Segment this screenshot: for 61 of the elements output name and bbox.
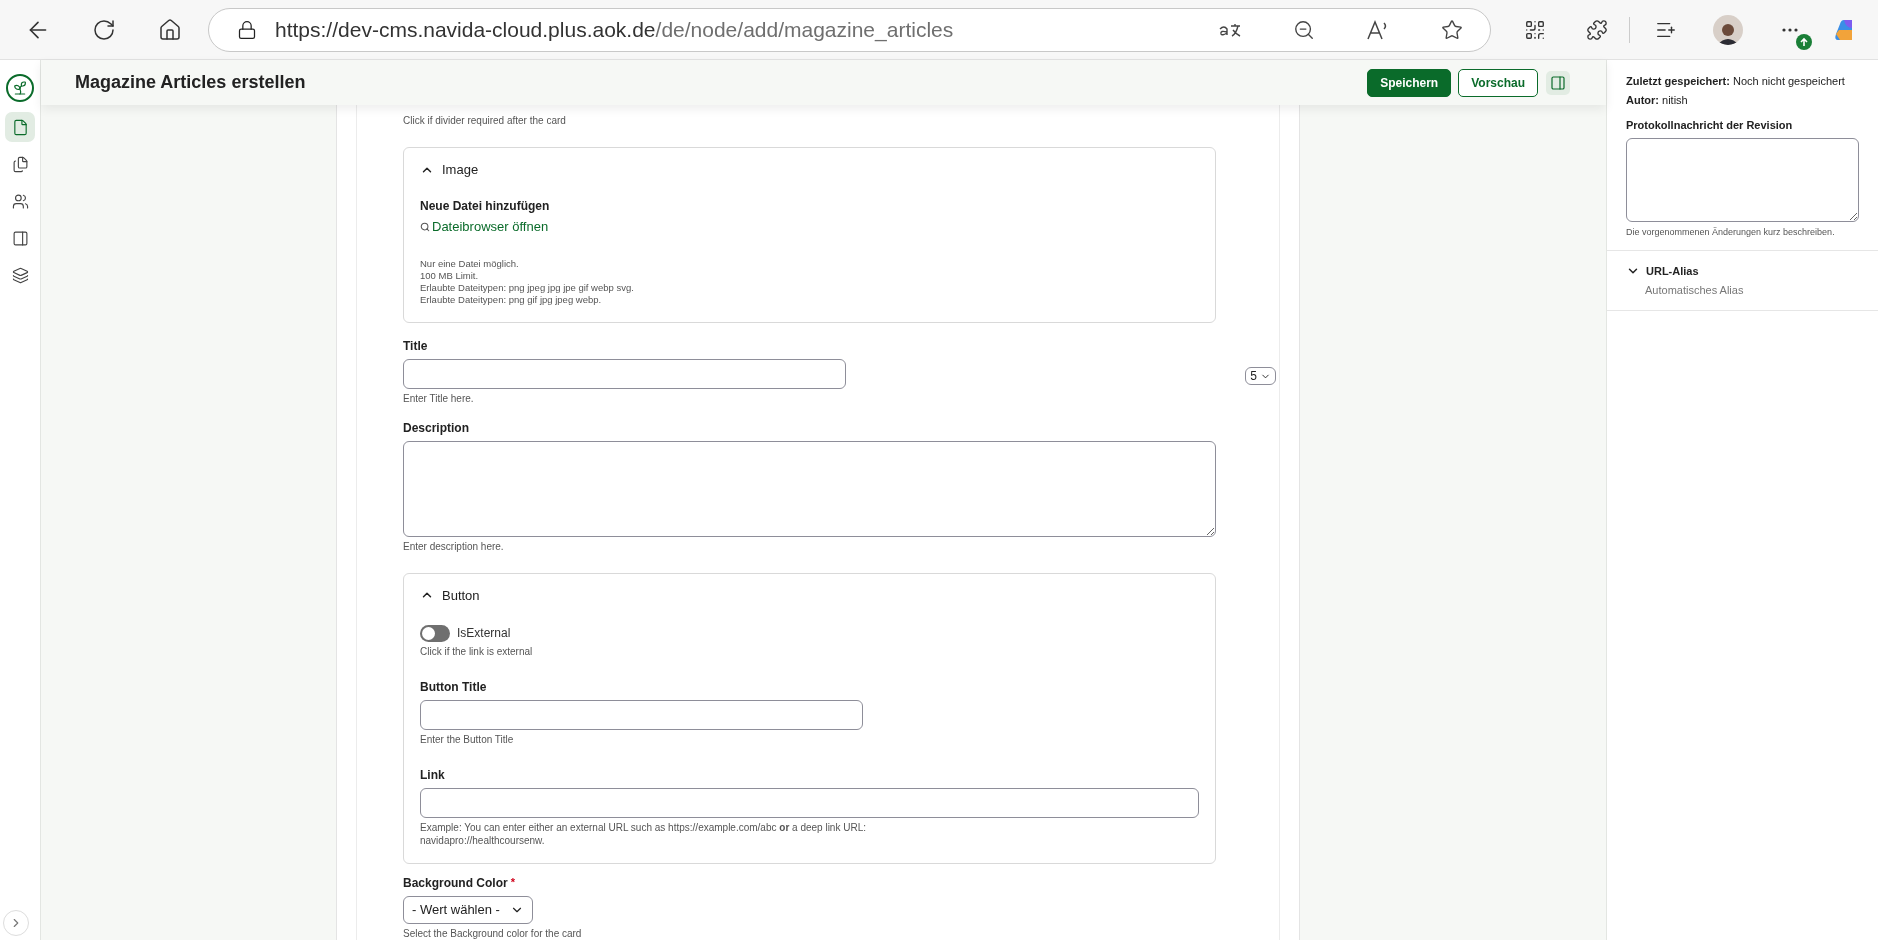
field-hint: Die vorgenommenen Änderungen kurz beschreiben. xyxy=(1626,227,1836,237)
reload-icon xyxy=(92,17,116,42)
lock-icon xyxy=(237,19,257,40)
logo-icon xyxy=(6,74,34,102)
last-saved-text: Zuletzt gespeichert: Noch nicht gespeichert xyxy=(1626,75,1846,87)
text-input[interactable] xyxy=(420,787,1199,818)
users-icon xyxy=(11,192,29,210)
nav-rail-button[interactable] xyxy=(5,112,35,142)
copilot-icon xyxy=(1834,17,1852,42)
field-hint: Select the Background color for the card xyxy=(403,927,583,940)
field-label: Description xyxy=(403,421,470,435)
field-hint: Enter Title here. xyxy=(403,392,475,405)
title-input[interactable] xyxy=(403,359,846,389)
field-label: Button Title xyxy=(420,679,488,694)
qr-code-icon xyxy=(1524,18,1546,41)
panel-icon xyxy=(11,229,29,247)
url-text: https://dev-cms.navida-cloud.plus.aok.de/de/node/add/magazine_articles xyxy=(275,17,955,42)
save-button[interactable]: Speichern xyxy=(1367,68,1452,97)
alias-summary: Automatisches Alias xyxy=(1645,284,1745,296)
sidebar-panel-icon xyxy=(1550,74,1566,91)
upload-note: 100 MB Limit. xyxy=(420,270,480,282)
address-bar[interactable]: https://dev-cms.navida-cloud.plus.aok.de/de/node/add/magazine_articles xyxy=(208,7,1491,52)
zoom-out-icon xyxy=(1293,18,1315,41)
search-icon xyxy=(420,221,430,232)
puzzle-icon xyxy=(1586,18,1608,41)
text-input[interactable] xyxy=(420,699,863,730)
field-hint: Example: You can enter either an external URL such as https://example.com/abc or a deep link URL: navidapro://healthcoursenw. xyxy=(420,820,867,847)
toggle-switch[interactable] xyxy=(420,624,450,642)
revision-textarea[interactable] xyxy=(1626,138,1859,222)
star-icon xyxy=(1441,18,1463,41)
field-label: Protokollnachricht der Revision xyxy=(1626,119,1794,131)
upload-note: Erlaubte Dateitypen: png jpeg jpg jpe gif webp svg. xyxy=(420,282,635,294)
field-label: Link xyxy=(420,767,446,782)
weight-select[interactable]: 5 xyxy=(1245,367,1276,385)
field-hint: Enter description here. xyxy=(403,539,505,553)
file-browser-link[interactable]: Dateibrowser öffnen xyxy=(420,219,549,234)
more-icon xyxy=(1782,27,1798,32)
description-textarea[interactable] xyxy=(403,441,1216,537)
fieldset-toggle[interactable]: Image xyxy=(420,162,479,177)
page-title: Magazine Articles erstellen xyxy=(75,72,307,93)
field-hint: Click if divider required after the card xyxy=(403,114,567,127)
url-alias-toggle[interactable]: URL-Alias xyxy=(1626,264,1699,278)
field-label: Neue Datei hinzufügen xyxy=(420,199,551,213)
update-badge-icon xyxy=(1796,33,1812,50)
switch-label: IsExternal xyxy=(457,626,511,641)
preview-button[interactable]: Vorschau xyxy=(1458,68,1538,97)
home-icon xyxy=(158,17,182,42)
upload-note: Erlaubte Dateitypen: png gif jpg jpeg webp. xyxy=(420,294,603,306)
sidebar-toggle-button[interactable] xyxy=(1546,70,1570,95)
upload-note: Nur eine Datei möglich. xyxy=(420,258,520,270)
layers-icon xyxy=(11,266,29,284)
avatar-icon xyxy=(1713,14,1743,45)
author-text: Autor: nitish xyxy=(1626,94,1689,106)
page-icon xyxy=(11,118,29,136)
fieldset-toggle[interactable]: Button xyxy=(420,587,480,603)
pages-icon xyxy=(11,155,29,173)
field-label: Background Color * xyxy=(403,875,516,890)
field-hint: Enter the Button Title xyxy=(420,732,515,746)
field-label: Title xyxy=(403,339,429,353)
background-color-select[interactable]: - Wert wählen - xyxy=(403,895,533,924)
field-hint: Click if the link is external xyxy=(420,644,534,658)
